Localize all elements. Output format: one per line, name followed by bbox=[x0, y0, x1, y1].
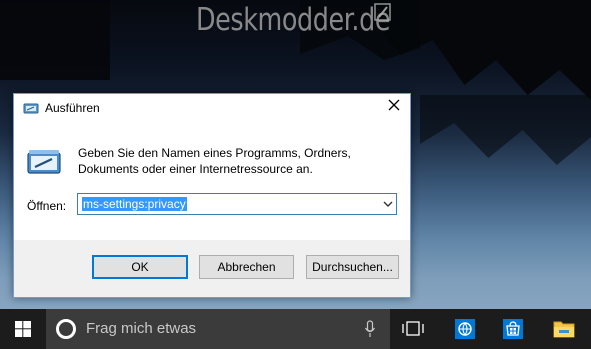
open-label: Öffnen: bbox=[27, 199, 67, 213]
task-view-button[interactable] bbox=[390, 309, 436, 349]
open-combobox[interactable]: ms-settings:privacy bbox=[77, 193, 397, 215]
cancel-button[interactable]: Abbrechen bbox=[199, 255, 294, 279]
ok-button[interactable]: OK bbox=[92, 255, 188, 279]
chevron-down-icon[interactable] bbox=[383, 200, 393, 208]
dialog-content: Geben Sie den Namen eines Programms, Ord… bbox=[14, 123, 410, 240]
desktop-wallpaper: Deskmodder.de Ausführen Geben Sie den Na… bbox=[0, 0, 591, 349]
run-dialog: Ausführen Geben Sie den Namen eines Prog… bbox=[13, 93, 411, 298]
taskbar-app-internet-explorer[interactable] bbox=[441, 309, 489, 349]
watermark-text: Deskmodder.de bbox=[196, 2, 391, 38]
search-placeholder: Frag mich etwas bbox=[86, 320, 197, 337]
search-box[interactable]: Frag mich etwas bbox=[46, 309, 390, 349]
internet-explorer-icon bbox=[455, 319, 475, 339]
folder-icon bbox=[553, 321, 575, 338]
store-icon bbox=[503, 319, 523, 339]
dialog-titlebar[interactable]: Ausführen bbox=[14, 94, 410, 123]
close-button[interactable] bbox=[378, 94, 410, 118]
open-input-value[interactable]: ms-settings:privacy bbox=[82, 197, 187, 211]
taskbar: Frag mich etwas bbox=[0, 309, 591, 349]
start-button[interactable] bbox=[0, 309, 46, 349]
windows-logo-icon bbox=[15, 321, 31, 337]
taskbar-app-file-explorer[interactable] bbox=[539, 309, 587, 349]
browse-button[interactable]: Durchsuchen... bbox=[306, 255, 399, 279]
cortana-icon bbox=[56, 319, 76, 339]
run-program-icon bbox=[27, 150, 61, 174]
task-view-icon bbox=[402, 321, 424, 336]
close-icon bbox=[388, 99, 400, 111]
pencil-icon bbox=[374, 3, 391, 21]
dialog-description: Geben Sie den Namen eines Programms, Ord… bbox=[78, 146, 351, 176]
run-icon bbox=[23, 103, 39, 114]
microphone-icon[interactable] bbox=[364, 320, 376, 338]
taskbar-app-store[interactable] bbox=[489, 309, 537, 349]
dialog-title: Ausführen bbox=[45, 101, 100, 115]
